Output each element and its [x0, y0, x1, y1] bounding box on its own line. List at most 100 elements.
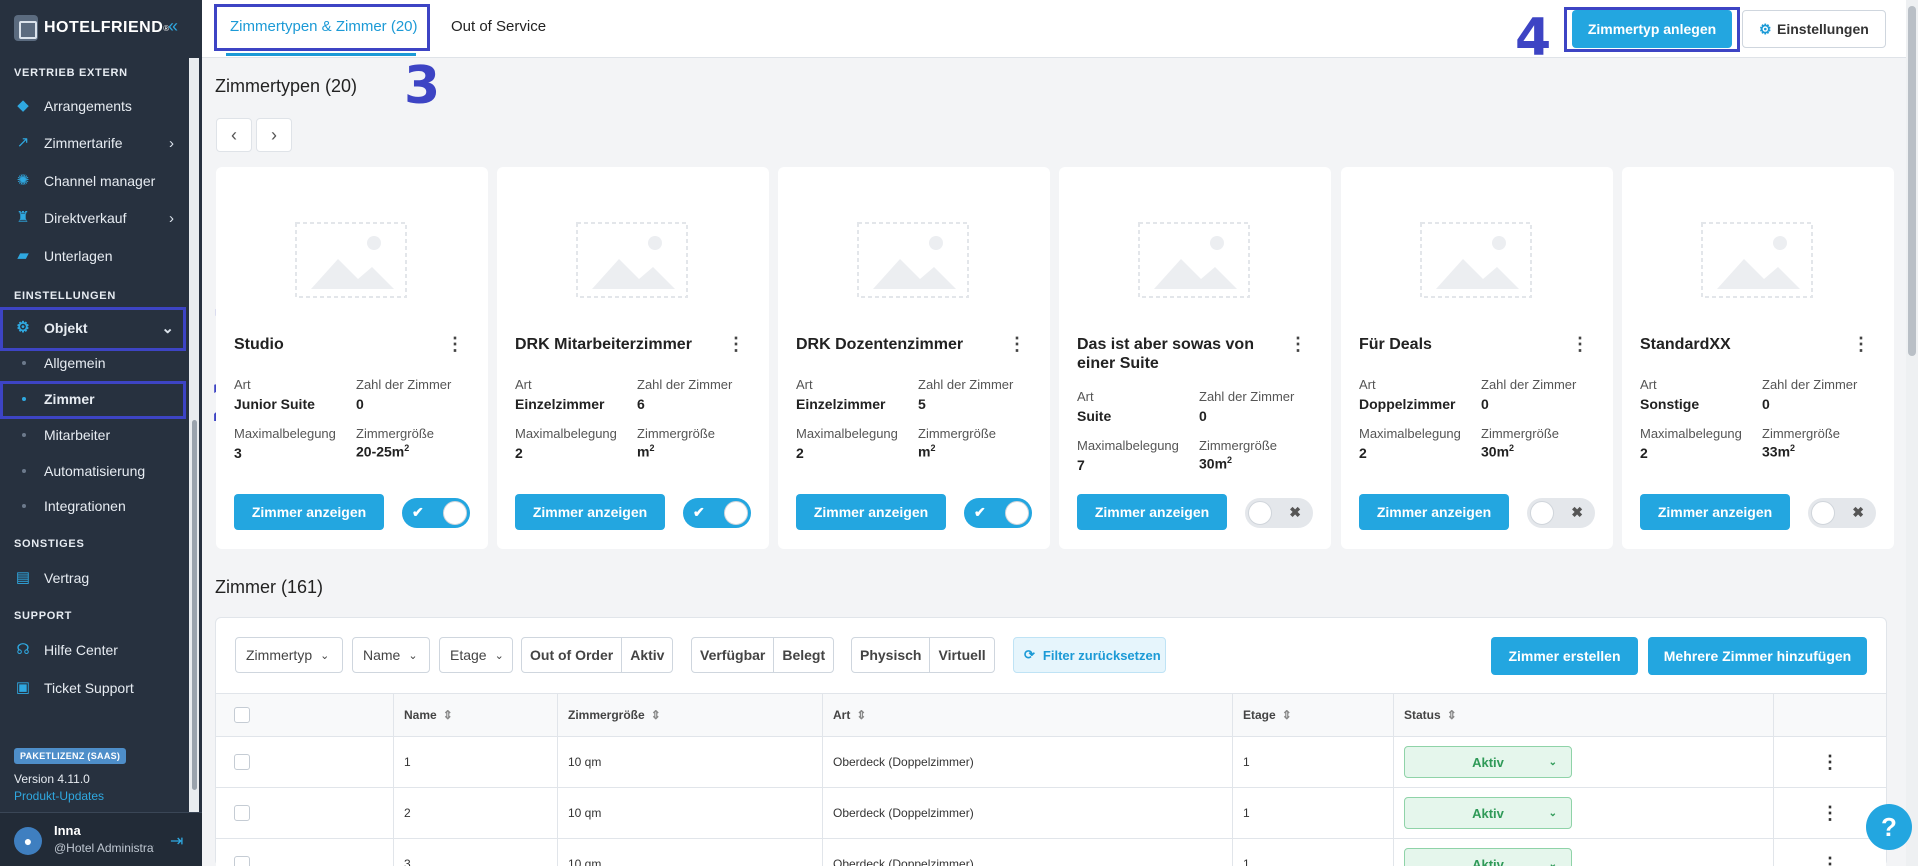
status-select[interactable]: Aktiv ⌄ [1404, 848, 1572, 866]
roomtype-active-toggle[interactable]: ✔ [964, 498, 1032, 528]
column-header-size[interactable]: Zimmergröße ⇕ [557, 694, 822, 736]
filter-belegt[interactable]: Belegt [774, 638, 833, 672]
max-value: 2 [515, 445, 523, 461]
select-all-checkbox[interactable] [234, 707, 250, 723]
table-row[interactable]: 2 10 qm Oberdeck (Doppelzimmer) 1 Aktiv ⌄ ⋮ [216, 787, 1886, 838]
user-avatar-icon[interactable]: ● [14, 827, 42, 855]
image-placeholder-icon [1701, 222, 1813, 298]
column-header-status[interactable]: Status ⇕ [1393, 694, 1773, 736]
sidebar-item-ticket-support[interactable]: ▣ Ticket Support [0, 671, 186, 705]
kebab-menu-icon[interactable]: ⋮ [1852, 335, 1870, 353]
collapse-sidebar-icon[interactable]: « [168, 16, 178, 37]
status-select[interactable]: Aktiv ⌄ [1404, 797, 1572, 829]
sidebar-item-direktverkauf[interactable]: ♜ Direktverkauf › [0, 201, 186, 235]
kebab-menu-icon[interactable]: ⋮ [1008, 335, 1026, 353]
column-header-name[interactable]: Name ⇕ [393, 694, 557, 736]
create-room-button[interactable]: Zimmer erstellen [1491, 637, 1638, 675]
carousel-next-button[interactable]: › [256, 118, 292, 152]
annotation-number-4: 4 [1515, 8, 1552, 68]
page-scroll-thumb[interactable] [1908, 6, 1916, 356]
filter-virtuell[interactable]: Virtuell [930, 638, 993, 672]
size-number: 30m [1199, 455, 1228, 472]
column-header-label: Status [1404, 708, 1441, 722]
row-checkbox[interactable] [234, 805, 250, 821]
sidebar-item-vertrag[interactable]: ▤ Vertrag [0, 561, 186, 595]
table-row[interactable]: 3 10 qm Oberdeck (Doppelzimmer) 1 Aktiv ⌄ ⋮ [216, 838, 1886, 866]
sidebar-sub-label: Allgemein [44, 355, 106, 371]
sidebar-item-channel-manager[interactable]: ✺ Channel manager [0, 164, 186, 198]
show-rooms-button[interactable]: Zimmer anzeigen [234, 494, 384, 530]
logout-icon[interactable]: ⇥ [170, 831, 183, 851]
toggle-knob [1005, 501, 1029, 525]
brand-logo[interactable]: HOTELFRIEND ® [14, 14, 169, 42]
row-checkbox[interactable] [234, 754, 250, 770]
sidebar-item-unterlagen[interactable]: ▰ Unterlagen [0, 239, 186, 273]
filter-name[interactable]: Name ⌄ [352, 637, 430, 673]
table-row[interactable]: 1 10 qm Oberdeck (Doppelzimmer) 1 Aktiv ⌄ ⋮ [216, 736, 1886, 787]
sidebar-item-hilfe-center[interactable]: ☊ Hilfe Center [0, 633, 186, 667]
sidebar-sub-integrationen[interactable]: Integrationen [0, 490, 186, 522]
kebab-menu-icon[interactable]: ⋮ [1821, 854, 1839, 866]
sidebar-sub-allgemein[interactable]: Allgemein [0, 347, 186, 379]
product-updates-link[interactable]: Produkt-Updates [14, 789, 104, 803]
count-value: 0 [356, 396, 364, 412]
section-vertrieb-extern: VERTRIEB EXTERN [14, 67, 128, 79]
filter-etage[interactable]: Etage ⌄ [439, 637, 513, 673]
kebab-menu-icon[interactable]: ⋮ [446, 335, 464, 353]
filter-verfuegbar[interactable]: Verfügbar [692, 638, 775, 672]
cell-etage: 1 [1232, 737, 1393, 787]
kebab-menu-icon[interactable]: ⋮ [727, 335, 745, 353]
column-header-etage[interactable]: Etage ⇕ [1232, 694, 1393, 736]
filter-aktiv[interactable]: Aktiv [622, 638, 672, 672]
kebab-menu-icon[interactable]: ⋮ [1289, 335, 1307, 353]
max-value: 2 [1359, 445, 1367, 461]
chevron-right-icon: › [169, 209, 174, 227]
reset-filters-button[interactable]: ⟳ Filter zurücksetzen [1013, 637, 1166, 673]
roomtype-card: Für Deals ⋮ Art Doppelzimmer Zahl der Zimmer… [1341, 167, 1613, 549]
close-icon: ✖ [1571, 504, 1583, 520]
chevron-down-icon: ⌄ [408, 649, 418, 662]
carousel-prev-button[interactable]: ‹ [216, 118, 252, 152]
show-rooms-button[interactable]: Zimmer anzeigen [515, 494, 665, 530]
show-rooms-button[interactable]: Zimmer anzeigen [1359, 494, 1509, 530]
tab-out-of-service[interactable]: Out of Service [451, 18, 546, 35]
show-rooms-button[interactable]: Zimmer anzeigen [1640, 494, 1790, 530]
add-multiple-rooms-button[interactable]: Mehrere Zimmer hinzufügen [1648, 637, 1867, 675]
version-text: Version 4.11.0 [14, 772, 90, 786]
settings-button[interactable]: ⚙ Einstellungen [1742, 10, 1886, 48]
bullet-icon [22, 504, 26, 508]
sidebar-sub-automatisierung[interactable]: Automatisierung [0, 455, 186, 487]
kebab-menu-icon[interactable]: ⋮ [1821, 803, 1839, 824]
help-button[interactable]: ? [1866, 804, 1912, 850]
filter-out-of-order[interactable]: Out of Order [522, 638, 623, 672]
column-header-art[interactable]: Art ⇕ [822, 694, 1232, 736]
sidebar-item-arrangements[interactable]: ◆ Arrangements [0, 89, 186, 123]
chevron-down-icon: ⌄ [1548, 756, 1557, 768]
filter-zimmertyp[interactable]: Zimmertyp ⌄ [235, 637, 343, 673]
roomtype-active-toggle[interactable]: ✖ [1808, 498, 1876, 528]
roomtype-active-toggle[interactable]: ✖ [1527, 498, 1595, 528]
status-select[interactable]: Aktiv ⌄ [1404, 746, 1572, 778]
status-value: Aktiv [1472, 754, 1504, 770]
row-checkbox[interactable] [234, 856, 250, 866]
filter-physisch[interactable]: Physisch [852, 638, 931, 672]
kebab-menu-icon[interactable]: ⋮ [1571, 335, 1589, 353]
roomtype-active-toggle[interactable]: ✔ [683, 498, 751, 528]
show-rooms-button[interactable]: Zimmer anzeigen [1077, 494, 1227, 530]
sidebar-sub-mitarbeiter[interactable]: Mitarbeiter [0, 419, 186, 451]
brand-name: HOTELFRIEND [44, 19, 164, 36]
kebab-menu-icon[interactable]: ⋮ [1821, 752, 1839, 773]
roomtype-active-toggle[interactable]: ✖ [1245, 498, 1313, 528]
count-label: Zahl der Zimmer [918, 377, 1014, 392]
show-rooms-button[interactable]: Zimmer anzeigen [796, 494, 946, 530]
check-icon: ✔ [974, 504, 986, 520]
sidebar-scroll-thumb[interactable] [192, 420, 197, 790]
roomtype-active-toggle[interactable]: ✔ [402, 498, 470, 528]
sidebar-item-label: Zimmertarife [44, 135, 123, 151]
size-label: Zimmergröße [637, 426, 716, 441]
art-label: Art [1359, 377, 1376, 392]
chevron-down-icon: ⌄ [320, 649, 330, 662]
count-value: 0 [1762, 396, 1770, 412]
cell-name: 1 [393, 737, 557, 787]
sidebar-item-zimmertarife[interactable]: ↗ Zimmertarife › [0, 126, 186, 160]
